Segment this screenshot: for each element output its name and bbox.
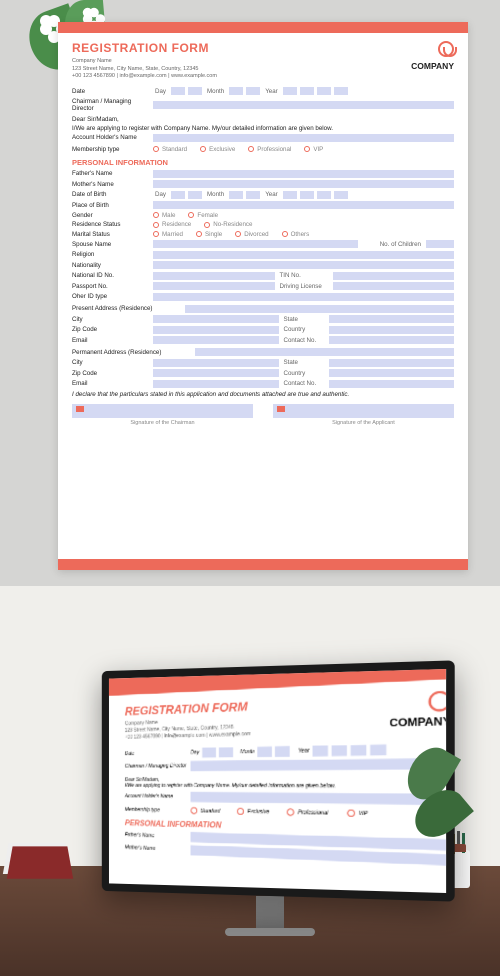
chairman-label: Chairman / Managing Director: [72, 98, 150, 112]
religion-label: Religion: [72, 251, 150, 258]
radio-female[interactable]: Female: [188, 212, 218, 219]
children-field[interactable]: [426, 240, 454, 248]
children-label: No. of Children: [363, 241, 421, 248]
permanent-address-label: Permanent Address (Residence): [72, 349, 192, 356]
tin-field[interactable]: [333, 272, 455, 280]
account-holder-label: Account Holder's Name: [72, 134, 150, 141]
radio-male[interactable]: Male: [153, 212, 175, 219]
email-label: Email: [72, 337, 150, 344]
dob-label: Date of Birth: [72, 191, 150, 198]
radio-residence[interactable]: Residence: [153, 221, 191, 228]
marital-label: Marital Status: [72, 231, 150, 238]
other-id-label: Oher ID type: [72, 293, 150, 300]
salutation: Dear Sir/Madam,: [72, 116, 454, 123]
religion-field[interactable]: [153, 251, 454, 259]
membership-label: Membership type: [72, 146, 150, 153]
nationality-label: Nationality: [72, 262, 150, 269]
chairman-field[interactable]: [153, 101, 454, 109]
passport-label: Passport No.: [72, 283, 150, 290]
radio-divorced[interactable]: Divorced: [235, 231, 268, 238]
form-title: REGISTRATION FORM: [72, 41, 217, 55]
book-top: [7, 846, 73, 878]
signature-chairman: Signature of the Chairman: [72, 404, 253, 426]
license-label: Driving License: [280, 283, 328, 290]
company-contact: +00 123 4567890 | info@example.com | www…: [72, 73, 217, 81]
country-label: Country: [284, 326, 324, 333]
national-id-field[interactable]: [153, 272, 275, 280]
year-field-4[interactable]: [334, 87, 348, 95]
passport-field[interactable]: [153, 282, 275, 290]
year-field-2[interactable]: [300, 87, 314, 95]
section-personal: PERSONAL INFORMATION: [72, 158, 454, 167]
pob-label: Place of Birth: [72, 202, 150, 209]
spouse-label: Spouse Name: [72, 241, 150, 248]
monitor: REGISTRATION FORM Company Name 123 Stree…: [90, 666, 450, 936]
radio-standard[interactable]: Standard: [153, 146, 187, 153]
day-label: Day: [155, 88, 166, 95]
monitor-form-preview: REGISTRATION FORM Company Name 123 Stree…: [109, 669, 446, 893]
permanent-address-field[interactable]: [195, 348, 454, 356]
mother-label: Mother's Name: [72, 181, 150, 188]
radio-exclusive[interactable]: Exclusive: [200, 146, 235, 153]
bottom-stripe: [58, 559, 468, 570]
logo-icon: [428, 691, 446, 712]
city-label: City: [72, 316, 150, 323]
radio-vip[interactable]: VIP: [304, 146, 323, 153]
account-holder-field[interactable]: [153, 134, 454, 142]
signature-applicant: Signature of the Applicant: [273, 404, 454, 426]
intro-text: I/We are applying to register with Compa…: [72, 125, 454, 132]
residence-label: Residence Status: [72, 221, 150, 228]
company-address: 123 Street Name, City Name, State, Count…: [72, 66, 217, 74]
nationality-field[interactable]: [153, 261, 454, 269]
year-field-3[interactable]: [317, 87, 331, 95]
radio-married[interactable]: Married: [153, 231, 183, 238]
company-name: Company Name: [72, 58, 217, 66]
company-info: Company Name 123 Street Name, City Name,…: [72, 58, 217, 81]
other-id-field[interactable]: [153, 293, 454, 301]
radio-single[interactable]: Single: [196, 231, 222, 238]
mother-field[interactable]: [153, 180, 454, 188]
state-label: State: [284, 316, 324, 323]
logo-block: COMPANY: [411, 41, 454, 71]
father-label: Father's Name: [72, 170, 150, 177]
desk-scene: REGISTRATION FORM Company Name 123 Stree…: [0, 586, 500, 976]
month-label: Month: [207, 88, 224, 95]
year-field-1[interactable]: [283, 87, 297, 95]
radio-no-residence[interactable]: No-Residence: [204, 221, 252, 228]
radio-professional[interactable]: Professional: [248, 146, 291, 153]
license-field[interactable]: [333, 282, 455, 290]
day-field-2[interactable]: [188, 87, 202, 95]
logo-icon: [438, 41, 454, 57]
father-field[interactable]: [153, 170, 454, 178]
registration-form-page: REGISTRATION FORM Company Name 123 Stree…: [58, 22, 468, 570]
plant-right: [400, 746, 460, 866]
month-field-1[interactable]: [229, 87, 243, 95]
logo-text: COMPANY: [411, 61, 454, 71]
day-field-1[interactable]: [171, 87, 185, 95]
declaration: I declare that the particulars stated in…: [72, 391, 454, 398]
national-id-label: National ID No.: [72, 272, 150, 279]
gender-label: Gender: [72, 212, 150, 219]
month-field-2[interactable]: [246, 87, 260, 95]
spouse-field[interactable]: [153, 240, 358, 248]
present-address-label: Present Address (Residence): [72, 305, 182, 312]
tin-label: TIN No.: [280, 272, 328, 279]
zip-label: Zip Code: [72, 326, 150, 333]
contact-label: Contact No.: [284, 337, 324, 344]
radio-others[interactable]: Others: [282, 231, 310, 238]
top-stripe: [58, 22, 468, 33]
pob-field[interactable]: [153, 201, 454, 209]
present-address-field[interactable]: [185, 305, 454, 313]
year-label: Year: [265, 88, 278, 95]
date-label: Date: [72, 88, 150, 95]
